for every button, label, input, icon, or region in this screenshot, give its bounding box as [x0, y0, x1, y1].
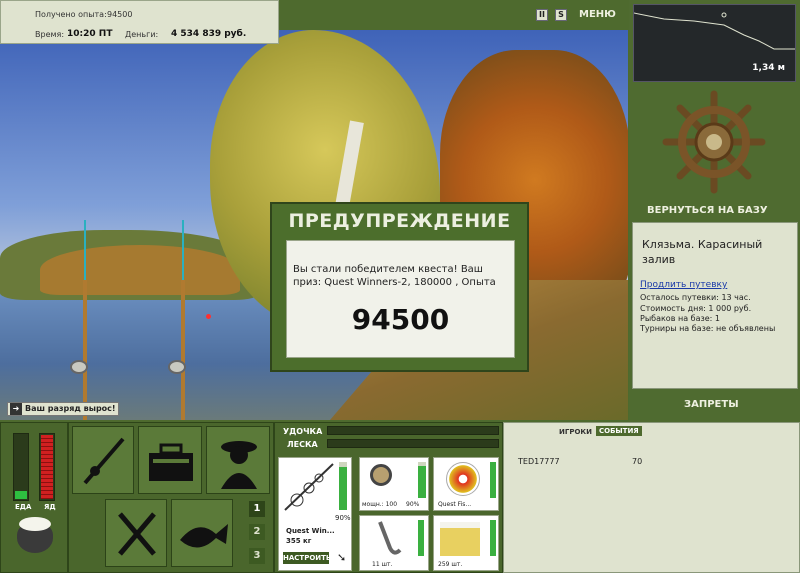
fishing-rod-2[interactable]: [168, 220, 186, 420]
pause-button[interactable]: II: [536, 9, 548, 21]
food-gauge: [13, 433, 29, 501]
base-line-4: Турниры на базе: не объявлены: [640, 324, 776, 333]
catch-button[interactable]: [171, 499, 233, 567]
bans-button[interactable]: ЗАПРЕТЫ: [684, 399, 739, 410]
experience-label: Получено опыта:: [35, 10, 107, 19]
fishing-rod-1[interactable]: [70, 220, 88, 420]
return-to-base-button[interactable]: ВЕРНУТЬСЯ НА БАЗУ: [647, 205, 768, 216]
reel-slot[interactable]: мощн.: 100 90%: [359, 457, 429, 511]
food-label: ЕДА: [15, 503, 32, 511]
tab-events[interactable]: СОБЫТИЯ: [596, 426, 642, 436]
hook-caption: 11 шт.: [372, 561, 393, 568]
money-value: 4 534 839 руб.: [171, 29, 247, 39]
tackle-box-icon: [149, 443, 193, 481]
rank-notice-text: Ваш разряд вырос!: [25, 404, 116, 413]
fisherman-icon: [221, 441, 257, 489]
hook-icon: [378, 521, 402, 555]
hook-durability-bar: [418, 520, 424, 556]
extend-permit-link[interactable]: Продлить путевку: [640, 280, 727, 290]
base-line-1: Осталось путевки: 13 час.: [640, 293, 751, 302]
dialog-body[interactable]: Вы стали победителем квеста! Ваш приз: Q…: [286, 240, 515, 358]
dialog-message: Вы стали победителем квеста! Ваш приз: Q…: [293, 264, 496, 288]
gauge-panel: ЕДА ЯД: [0, 422, 68, 573]
time-label: Время:: [35, 30, 65, 39]
base-line-2: Стоимость дня: 1 000 руб.: [640, 304, 752, 313]
dialog-title: ПРЕДУПРЕЖДЕНИЕ: [288, 210, 511, 232]
inventory-button[interactable]: [138, 426, 202, 494]
rod-weight: 355 кг: [286, 537, 312, 545]
depth-value: 1,34 м: [752, 63, 785, 73]
menu-button[interactable]: МЕНЮ: [579, 9, 616, 20]
fishing-rod-icon: [83, 437, 125, 485]
status-panel: Получено опыта: 94500 Время: 10:20 ПТ Де…: [0, 0, 279, 44]
fork-knife-icon: [118, 512, 156, 556]
tackle-button[interactable]: [72, 426, 134, 494]
line-caption: Quest Fis...: [438, 501, 472, 508]
bait-slot[interactable]: 259 шт.: [433, 515, 499, 571]
line-spool-icon: [446, 462, 480, 496]
ship-wheel[interactable]: [633, 90, 796, 200]
depth-map[interactable]: 1,34 м: [633, 4, 796, 82]
events-panel: ИГРОКИ СОБЫТИЯ TED17777 70: [503, 422, 800, 573]
arrow-right-icon: ➜: [10, 403, 22, 415]
float-bobber: [206, 314, 211, 319]
reel-durability-bar: [418, 462, 426, 498]
arrow-down-right-icon: ➘: [337, 551, 347, 564]
page-button-2[interactable]: 2: [249, 524, 265, 540]
line-durability-bar: [490, 462, 496, 498]
tab-players[interactable]: ИГРОКИ: [556, 427, 595, 437]
page-button-3[interactable]: 3: [249, 548, 265, 564]
dialog-number: 94500: [351, 303, 450, 336]
page-button-1[interactable]: 1: [249, 501, 265, 517]
time-value: 10:20 ПТ: [67, 29, 113, 39]
character-button[interactable]: [206, 426, 270, 494]
action-panel: ▲ 1 2 3: [68, 422, 274, 573]
rod-percent: 90%: [335, 514, 351, 522]
rod-tension-bar: [327, 426, 499, 435]
reel-caption: мощн.: 100: [362, 501, 398, 508]
reel-icon: [370, 464, 392, 486]
fishing-line-slot[interactable]: Quest Fis...: [433, 457, 499, 511]
event-player: TED17777: [518, 457, 560, 466]
poison-gauge: [39, 433, 55, 501]
sound-button[interactable]: S: [555, 9, 567, 21]
base-info-panel: Клязьма. Карасиный залив Продлить путевк…: [632, 222, 798, 389]
bait-durability-bar: [490, 520, 496, 556]
hook-slot[interactable]: 11 шт.: [359, 515, 429, 571]
tackle-panel: УДОЧКА ЛЕСКА 90% Quest Win... 355 кг НАС…: [274, 422, 503, 573]
base-line-3: Рыбаков на базе: 1: [640, 314, 720, 323]
poison-label: ЯД: [44, 503, 56, 511]
setup-button[interactable]: НАСТРОИТЬ: [283, 552, 331, 564]
bait-caption: 259 шт.: [438, 561, 463, 568]
rod-slot[interactable]: 90% Quest Win... 355 кг НАСТРОИТЬ ➘: [278, 457, 352, 571]
rod-name: Quest Win...: [286, 527, 335, 535]
location-title: Клязьма. Карасиный залив: [642, 238, 763, 266]
rod-durability-bar: [339, 462, 347, 510]
eat-button[interactable]: [105, 499, 167, 567]
reel-percent: 90%: [406, 501, 420, 508]
rank-notice[interactable]: ➜ Ваш разряд вырос!: [7, 402, 119, 416]
fish-icon: [180, 524, 228, 548]
rod-label: УДОЧКА: [283, 427, 323, 436]
bait-icon: [440, 522, 480, 556]
ship-wheel-icon: [662, 90, 766, 194]
money-label: Деньги:: [125, 30, 159, 39]
line-label: ЛЕСКА: [287, 440, 318, 449]
warning-dialog: ПРЕДУПРЕЖДЕНИЕ Вы стали победителем квес…: [270, 202, 529, 372]
line-tension-bar: [327, 439, 499, 448]
experience-value: 94500: [107, 10, 133, 19]
food-pot-icon[interactable]: [13, 517, 57, 557]
far-trees-autumn: [40, 245, 240, 295]
event-value: 70: [632, 457, 643, 466]
